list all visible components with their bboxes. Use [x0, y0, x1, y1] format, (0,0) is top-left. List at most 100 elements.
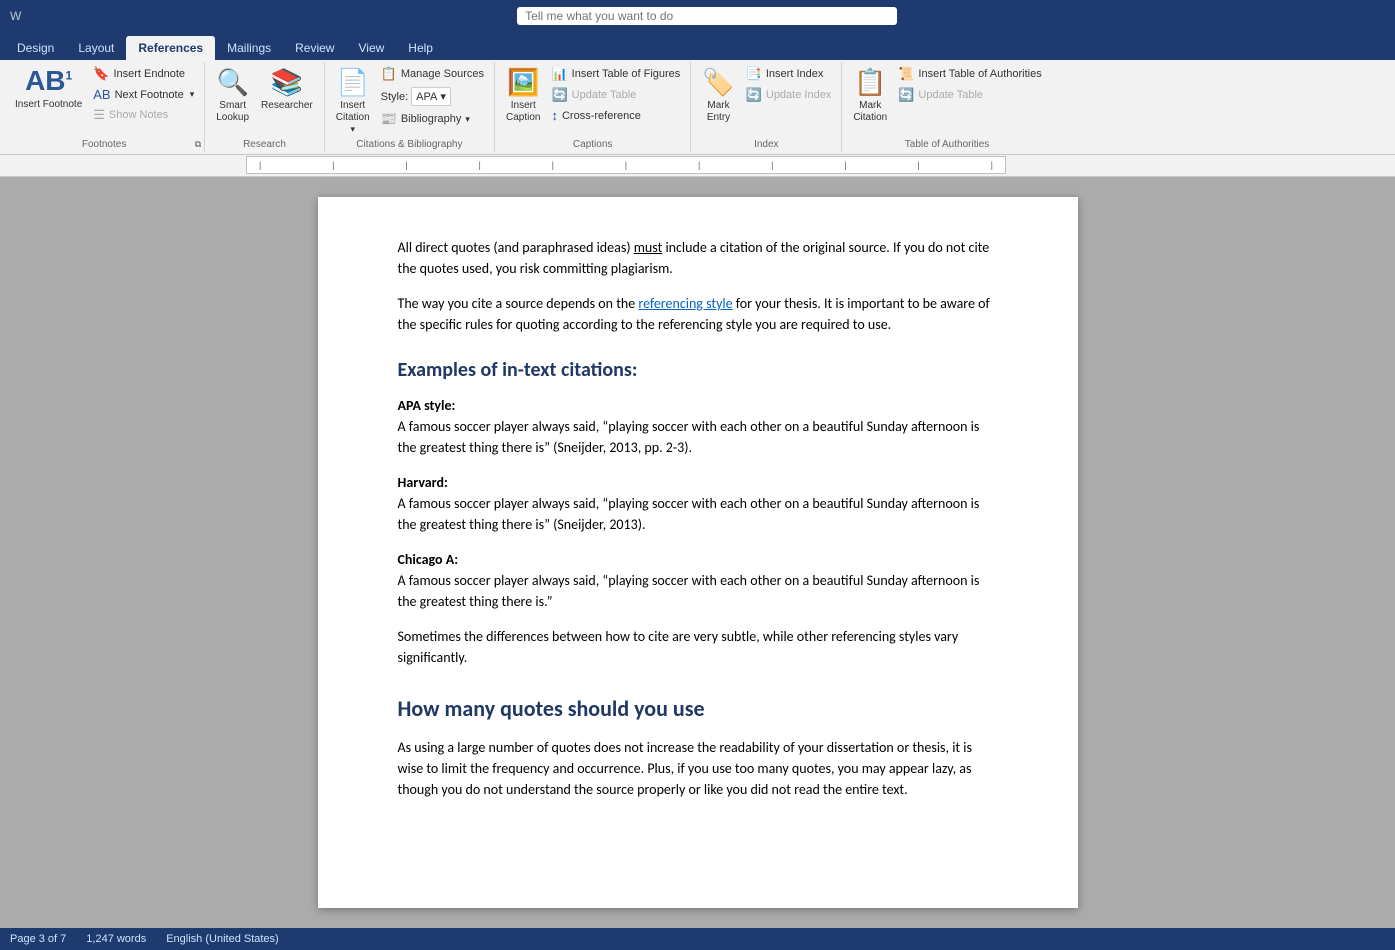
- title-bar: W: [0, 0, 1395, 32]
- tab-view[interactable]: View: [346, 36, 396, 60]
- ruler-marks: || || || || || |: [249, 160, 1003, 170]
- cross-reference-button[interactable]: ↕ Cross-reference: [547, 106, 684, 125]
- smart-lookup-button[interactable]: 🔍 SmartLookup: [211, 64, 254, 127]
- mark-entry-label: MarkEntry: [707, 100, 730, 124]
- footnotes-expand-icon[interactable]: ⧉: [195, 139, 201, 150]
- tab-design[interactable]: Design: [5, 36, 66, 60]
- tab-layout[interactable]: Layout: [66, 36, 126, 60]
- paragraph-chicago: Chicago A: A famous soccer player always…: [398, 549, 998, 612]
- referencing-style-link[interactable]: referencing style: [638, 295, 732, 312]
- update-toa-label: Update Table: [918, 89, 983, 101]
- insert-index-button[interactable]: 📑 Insert Index: [742, 64, 836, 84]
- ruler-inner: || || || || || |: [246, 156, 1006, 174]
- tab-references[interactable]: References: [126, 36, 215, 60]
- cross-reference-label: Cross-reference: [562, 110, 641, 122]
- insert-toa-label: Insert Table of Authorities: [918, 68, 1041, 80]
- paragraph-large-number: As using a large number of quotes does n…: [398, 737, 998, 800]
- researcher-icon: 📚: [271, 67, 303, 98]
- ruler: || || || || || |: [0, 155, 1395, 177]
- document-page[interactable]: All direct quotes (and paraphrased ideas…: [318, 197, 1078, 908]
- insert-endnote-button[interactable]: 🔖 Insert Endnote: [89, 64, 198, 84]
- insert-index-icon: 📑: [746, 66, 762, 82]
- mark-citation-label: MarkCitation: [853, 100, 887, 124]
- insert-footnote-icon: AB1: [25, 67, 72, 95]
- show-notes-label: Show Notes: [109, 109, 168, 121]
- chicago-label: Chicago A:: [398, 551, 459, 568]
- insert-caption-icon: 🖼️: [507, 67, 539, 98]
- insert-endnote-label: Insert Endnote: [113, 68, 185, 80]
- researcher-label: Researcher: [261, 100, 313, 112]
- index-small-group: 📑 Insert Index 🔄 Update Index: [742, 64, 836, 105]
- harvard-label: Harvard:: [398, 474, 448, 491]
- paragraph-2: The way you cite a source depends on the…: [398, 293, 998, 335]
- citations-group-label: Citations & Bibliography: [356, 139, 462, 150]
- update-index-label: Update Index: [766, 89, 831, 101]
- index-group-label: Index: [754, 139, 778, 150]
- insert-index-label: Insert Index: [766, 68, 823, 80]
- tab-help[interactable]: Help: [396, 36, 445, 60]
- style-selector[interactable]: Style: APA ▾: [377, 85, 488, 108]
- tab-mailings[interactable]: Mailings: [215, 36, 283, 60]
- style-dropdown[interactable]: APA ▾: [411, 87, 451, 106]
- update-index-button[interactable]: 🔄 Update Index: [742, 85, 836, 105]
- mark-citation-button[interactable]: 📋 MarkCitation: [848, 64, 892, 127]
- bibliography-icon: 📰: [381, 111, 397, 127]
- style-value: APA: [416, 91, 437, 103]
- smart-lookup-label: SmartLookup: [216, 100, 249, 124]
- insert-citation-label: InsertCitation: [336, 100, 370, 124]
- style-dropdown-icon: ▾: [440, 90, 446, 103]
- research-group-label: Research: [243, 139, 286, 150]
- footnotes-group-label: Footnotes: [82, 139, 126, 150]
- heading-how-many: How many quotes should you use: [398, 692, 998, 725]
- citations-small-group: 📋 Manage Sources Style: APA ▾ 📰 Bibliogr…: [377, 64, 488, 129]
- apa-label: APA style:: [398, 397, 456, 414]
- mark-entry-button[interactable]: 🏷️ MarkEntry: [697, 64, 739, 127]
- ribbon-group-toa: 📋 MarkCitation 📜 Insert Table of Authori…: [842, 62, 1051, 152]
- insert-citation-icon: 📄: [337, 67, 369, 98]
- ribbon-group-research: 🔍 SmartLookup 📚 Researcher Research: [205, 62, 325, 152]
- smart-lookup-icon: 🔍: [216, 67, 248, 98]
- paragraph-apa: APA style: A famous soccer player always…: [398, 395, 998, 458]
- insert-footnote-label: Insert Footnote: [15, 99, 82, 111]
- bibliography-dropdown-icon: ▾: [465, 114, 470, 125]
- insert-tof-icon: 📊: [551, 66, 567, 82]
- ribbon-tabs: Design Layout References Mailings Review…: [0, 32, 1395, 60]
- update-toa-icon: 🔄: [898, 87, 914, 103]
- insert-tof-label: Insert Table of Figures: [572, 68, 681, 80]
- insert-endnote-icon: 🔖: [93, 66, 109, 82]
- manage-sources-button[interactable]: 📋 Manage Sources: [377, 64, 488, 84]
- app-logo: W: [10, 9, 21, 23]
- update-table-icon: 🔄: [551, 87, 567, 103]
- insert-toa-icon: 📜: [898, 66, 914, 82]
- captions-small-group: 📊 Insert Table of Figures 🔄 Update Table…: [547, 64, 684, 125]
- update-table-button[interactable]: 🔄 Update Table: [547, 85, 684, 105]
- tab-review[interactable]: Review: [283, 36, 346, 60]
- next-footnote-button[interactable]: AB Next Footnote ▾: [89, 85, 198, 104]
- search-input[interactable]: [517, 7, 897, 25]
- ribbon: AB1 Insert Footnote 🔖 Insert Endnote AB …: [0, 60, 1395, 155]
- cross-reference-icon: ↕: [551, 108, 558, 123]
- ribbon-group-captions: 🖼️ InsertCaption 📊 Insert Table of Figur…: [495, 62, 691, 152]
- style-label: Style:: [381, 91, 409, 103]
- footnotes-small-group: 🔖 Insert Endnote AB Next Footnote ▾ ☰ Sh…: [89, 64, 198, 125]
- update-index-icon: 🔄: [746, 87, 762, 103]
- insert-toa-button[interactable]: 📜 Insert Table of Authorities: [894, 64, 1046, 84]
- bibliography-button[interactable]: 📰 Bibliography ▾: [377, 109, 488, 129]
- heading-examples: Examples of in-text citations:: [398, 355, 998, 385]
- insert-caption-button[interactable]: 🖼️ InsertCaption: [501, 64, 545, 127]
- insert-table-of-figures-button[interactable]: 📊 Insert Table of Figures: [547, 64, 684, 84]
- toa-group-label: Table of Authorities: [905, 139, 990, 150]
- manage-sources-icon: 📋: [381, 66, 397, 82]
- paragraph-harvard: Harvard: A famous soccer player always s…: [398, 472, 998, 535]
- document-area: All direct quotes (and paraphrased ideas…: [0, 177, 1395, 928]
- next-footnote-icon: AB: [93, 87, 110, 102]
- ribbon-group-footnotes: AB1 Insert Footnote 🔖 Insert Endnote AB …: [4, 62, 205, 152]
- insert-footnote-button[interactable]: AB1 Insert Footnote: [10, 64, 87, 114]
- show-notes-button[interactable]: ☰ Show Notes: [89, 105, 198, 125]
- paragraph-subtle: Sometimes the differences between how to…: [398, 626, 998, 668]
- insert-citation-button[interactable]: 📄 InsertCitation ▾: [331, 64, 375, 138]
- mark-entry-icon: 🏷️: [702, 67, 734, 98]
- captions-group-label: Captions: [573, 139, 612, 150]
- researcher-button[interactable]: 📚 Researcher: [256, 64, 318, 115]
- update-toa-button[interactable]: 🔄 Update Table: [894, 85, 1046, 105]
